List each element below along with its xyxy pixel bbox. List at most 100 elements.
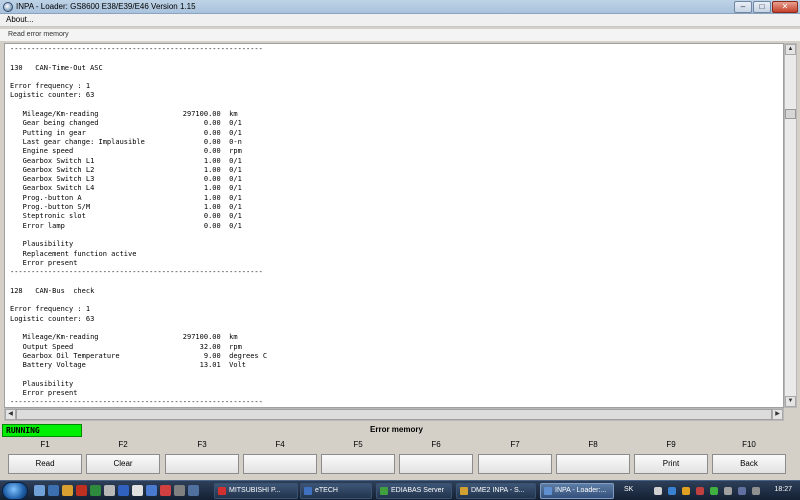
tray-icon[interactable] (682, 487, 690, 495)
app-icon (380, 487, 388, 495)
f5-button[interactable] (321, 454, 395, 474)
taskbar-item[interactable]: eTECH (300, 483, 372, 499)
output-line: Logistic counter: 63 (10, 314, 95, 323)
taskbar-item-label: MITSUBISHI P... (229, 487, 281, 494)
tray-icon[interactable] (654, 487, 662, 495)
output-line: 128 CAN-Bus check (10, 286, 95, 295)
inpa-window: INPA - Loader: GS8600 E38/E39/E46 Versio… (0, 0, 800, 500)
screen-header-label: Read error memory (8, 31, 69, 38)
horizontal-scrollbar[interactable]: ◀ ▶ (4, 408, 784, 421)
output-line: Last gear change: Implausible 0.00 0-n (10, 137, 242, 146)
output-line: ----------------------------------------… (10, 398, 263, 407)
fkey-label: F7 (510, 440, 520, 449)
maximize-icon[interactable]: □ (753, 1, 771, 13)
fkey-label: F2 (118, 440, 128, 449)
fkey-label: F4 (275, 440, 285, 449)
minimize-icon[interactable]: – (734, 1, 752, 13)
function-key-bar: F1 Read F2 Clear F3 F4 F5 F6 F7 F8 F9 Pr… (0, 438, 800, 478)
app-shortcut-icon[interactable] (146, 485, 157, 496)
f6-button[interactable] (399, 454, 473, 474)
system-tray: SK 18:27 (618, 483, 798, 499)
app-shortcut-icon[interactable] (132, 485, 143, 496)
output-line: Mileage/Km-reading 297100.00 km (10, 110, 238, 119)
output-line: Gearbox Switch L1 1.00 0/1 (10, 156, 242, 165)
f3-button[interactable] (165, 454, 239, 474)
fkey-f6: F6 (397, 438, 475, 478)
ie-icon[interactable] (48, 485, 59, 496)
print-button[interactable]: Print (634, 454, 708, 474)
output-line: Gear being changed 0.00 0/1 (10, 119, 242, 128)
fkey-f5: F5 (319, 438, 397, 478)
app-shortcut-icon[interactable] (90, 485, 101, 496)
output-line: Mileage/Km-reading 297100.00 km (10, 333, 238, 342)
tray-icon[interactable] (752, 487, 760, 495)
app-shortcut-icon[interactable] (160, 485, 171, 496)
fkey-label: F6 (431, 440, 441, 449)
horizontal-scroll-thumb[interactable] (16, 409, 772, 420)
app-shortcut-icon[interactable] (174, 485, 185, 496)
title-bar: INPA - Loader: GS8600 E38/E39/E46 Versio… (0, 0, 800, 14)
tray-icon[interactable] (696, 487, 704, 495)
output-line: Logistic counter: 63 (10, 91, 95, 100)
fkey-label: F3 (197, 440, 207, 449)
output-line: Error present (10, 258, 78, 267)
output-line: Battery Voltage 13.01 Volt (10, 361, 247, 370)
taskbar-item[interactable]: MITSUBISHI P... (214, 483, 298, 499)
output-line: Plausibility (10, 240, 74, 249)
app-shortcut-icon[interactable] (104, 485, 115, 496)
taskbar-item-label: INPA - Loader:... (555, 487, 607, 494)
f7-button[interactable] (478, 454, 552, 474)
volume-icon[interactable] (724, 487, 732, 495)
f4-button[interactable] (243, 454, 317, 474)
tray-icon[interactable] (668, 487, 676, 495)
output-line: Gearbox Switch L4 1.00 0/1 (10, 184, 242, 193)
menu-bar: About... (0, 14, 800, 27)
network-icon[interactable] (738, 487, 746, 495)
app-shortcut-icon[interactable] (118, 485, 129, 496)
scroll-up-icon[interactable]: ▲ (785, 44, 796, 55)
language-indicator[interactable]: SK (624, 486, 633, 493)
show-desktop-icon[interactable] (34, 485, 45, 496)
read-button[interactable]: Read (8, 454, 82, 474)
screen-header: Read error memory (0, 29, 800, 41)
f8-button[interactable] (556, 454, 630, 474)
scroll-down-icon[interactable]: ▼ (785, 396, 796, 407)
output-line: Plausibility (10, 379, 74, 388)
media-icon[interactable] (76, 485, 87, 496)
taskbar-item[interactable]: EDIABAS Server (376, 483, 452, 499)
taskbar-item[interactable]: DME2 INPA - S... (456, 483, 536, 499)
output-line: Putting in gear 0.00 0/1 (10, 128, 242, 137)
close-icon[interactable]: ✕ (772, 1, 798, 13)
menu-about[interactable]: About... (6, 15, 34, 24)
back-button[interactable]: Back (712, 454, 786, 474)
app-icon (218, 487, 226, 495)
tray-icon[interactable] (710, 487, 718, 495)
explorer-icon[interactable] (62, 485, 73, 496)
taskbar-item-label: eTECH (315, 487, 338, 494)
app-icon (460, 487, 468, 495)
clear-button[interactable]: Clear (86, 454, 160, 474)
output-line: Prog.-button A 1.00 0/1 (10, 193, 242, 202)
fkey-f3: F3 (163, 438, 241, 478)
scroll-left-icon[interactable]: ◀ (5, 409, 16, 420)
vertical-scrollbar[interactable]: ▲ ▼ (784, 43, 797, 408)
clock: 18:27 (774, 486, 792, 493)
taskbar-item-label: DME2 INPA - S... (471, 487, 525, 494)
output-line: Replacement function active (10, 249, 137, 258)
status-bar: RUNNING Error memory (0, 423, 800, 438)
fkey-f9: F9 Print (632, 438, 710, 478)
scroll-right-icon[interactable]: ▶ (772, 409, 783, 420)
start-button[interactable] (2, 482, 28, 500)
status-running: RUNNING (2, 424, 82, 437)
output-line: Error frequency : 1 (10, 305, 91, 314)
app-shortcut-icon[interactable] (188, 485, 199, 496)
output-line: ----------------------------------------… (10, 45, 263, 53)
vertical-scroll-thumb[interactable] (785, 109, 796, 119)
output-line: ----------------------------------------… (10, 268, 263, 277)
taskbar-item-active[interactable]: INPA - Loader:... (540, 483, 614, 499)
fkey-label: F1 (40, 440, 50, 449)
